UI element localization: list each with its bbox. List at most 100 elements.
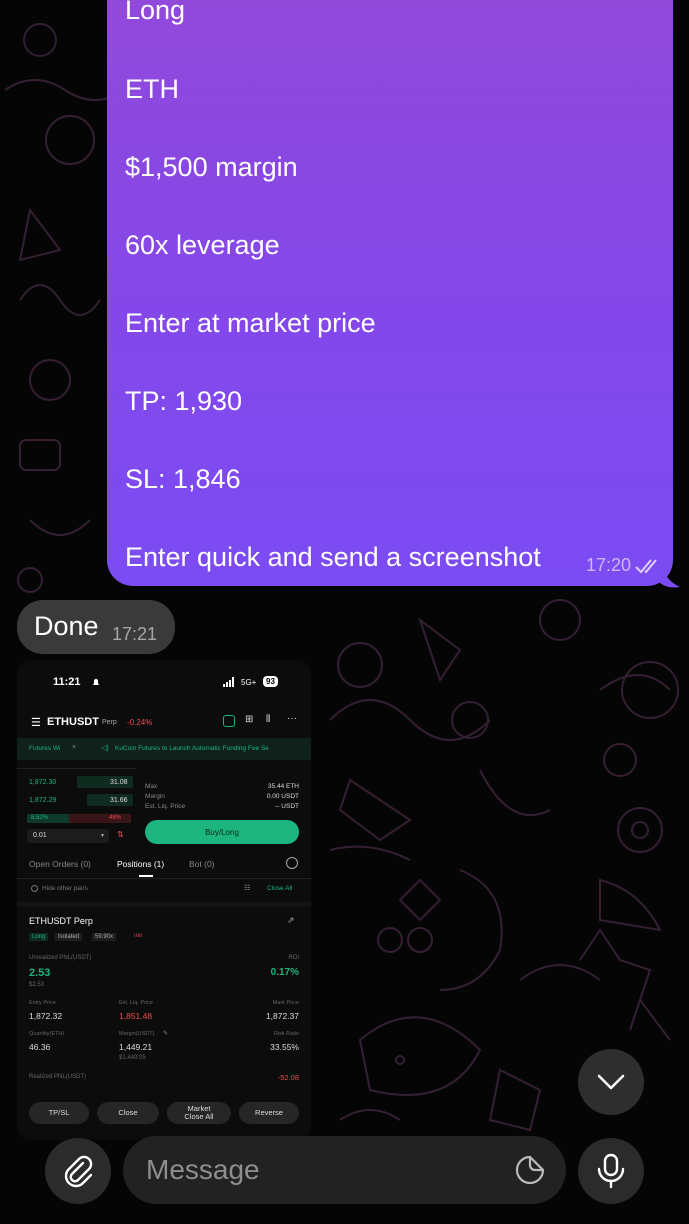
tab-indicator — [139, 875, 153, 877]
tab-open-orders[interactable]: Open Orders (0) — [29, 859, 91, 869]
message-line: Enter quick and send a screenshot — [125, 542, 541, 572]
roi-label: ROI — [288, 955, 299, 961]
message-line: TP: 1,930 — [125, 386, 243, 416]
risk-label: Risk Ratio — [273, 1031, 299, 1037]
price-change: -0.24% — [127, 718, 153, 727]
message-line: ETH — [125, 74, 179, 104]
margin-usd: $1,449.05 — [119, 1055, 146, 1061]
realized-label: Realized PNL(USDT) — [29, 1074, 87, 1080]
screenshot-image-message[interactable]: 11:21 5G+ 93 ☰ ETHUSDT Perp -0.24% ⊞ ⫴ ·… — [17, 660, 311, 1140]
mark-label: Mark Price — [272, 1000, 299, 1006]
liq-price: 1,851.48 — [119, 1011, 153, 1021]
double-check-icon — [635, 558, 657, 573]
banner-tab[interactable]: Futures Wi — [29, 745, 60, 752]
network-label: 5G+ — [241, 678, 257, 687]
message-line: Long — [125, 0, 186, 25]
incoming-message-bubble[interactable]: Done 17:21 — [17, 600, 175, 654]
chevron-down-icon — [597, 1074, 625, 1090]
form-label: Margin — [145, 793, 165, 800]
divider — [17, 902, 311, 907]
step-value: 0.01 — [33, 832, 47, 839]
bid-qty: 31.08 — [110, 779, 128, 786]
scroll-down-button[interactable] — [578, 1049, 644, 1115]
mic-icon — [597, 1153, 625, 1189]
tab-positions[interactable]: Positions (1) — [117, 859, 164, 869]
banner-news[interactable]: KuCoin Futures to Launch Automatic Fundi… — [115, 745, 269, 752]
mark-price: 1,872.37 — [265, 1011, 299, 1021]
close-all-link[interactable]: Close All — [267, 885, 292, 892]
form-value: 0.00 USDT — [266, 793, 299, 800]
buy-ratio: 8.52% — [31, 815, 49, 821]
edit-icon[interactable]: ✎ — [163, 1030, 168, 1037]
message-meta: 17:20 — [586, 555, 661, 576]
form-label: Est. Liq. Price — [145, 803, 186, 810]
candles-icon[interactable]: ⫴ — [266, 714, 270, 725]
form-value: 35.44 ETH — [267, 783, 299, 790]
chart-icon[interactable] — [223, 715, 235, 727]
message-line: SL: 1,846 — [125, 464, 241, 494]
risk-ratio: 33.55% — [270, 1042, 299, 1052]
liq-label: Est. Liq. Price — [119, 1000, 153, 1006]
attach-icon — [64, 1155, 93, 1188]
message-input[interactable] — [144, 1153, 498, 1187]
attach-button[interactable] — [45, 1138, 111, 1204]
reverse-button[interactable]: Reverse — [239, 1102, 299, 1124]
roi-value: 0.17% — [270, 967, 299, 978]
message-line: 60x leverage — [125, 230, 280, 260]
chevron-down-icon: ▾ — [101, 833, 105, 839]
sticker-icon[interactable] — [514, 1154, 546, 1186]
quantity: 46.36 — [29, 1042, 51, 1052]
bell-icon — [93, 679, 99, 685]
book-layout-icon[interactable]: ⇅ — [117, 830, 124, 839]
mic-button[interactable] — [578, 1138, 644, 1204]
bid-price[interactable]: 1,872.29 — [29, 797, 56, 804]
battery-badge: 93 — [263, 676, 278, 687]
hide-pairs-label: Hide other pairs — [42, 885, 88, 892]
risk-bars-icon: ııııı — [134, 933, 143, 939]
tag-isolated: Isolated — [55, 933, 83, 941]
sort-icon[interactable]: ☷ — [244, 884, 250, 892]
close-position-button[interactable]: Close — [97, 1102, 159, 1124]
message-text: Done — [34, 611, 99, 641]
menu-icon[interactable]: ☰ — [31, 716, 41, 729]
divider — [17, 878, 311, 879]
buy-long-button[interactable]: Buy/Long — [145, 820, 299, 844]
tag-leverage[interactable]: 59.90x — [92, 933, 117, 941]
tab-bot[interactable]: Bot (0) — [189, 859, 215, 869]
tpsl-button[interactable]: TP/SL — [29, 1102, 89, 1124]
more-icon[interactable]: ··· — [287, 713, 297, 724]
bid-price[interactable]: 1,872.30 — [29, 779, 56, 786]
hide-pairs-checkbox[interactable] — [31, 885, 38, 892]
bid-qty: 31.66 — [110, 797, 128, 804]
message-line: Enter at market price — [125, 308, 376, 338]
entry-price: 1,872.32 — [29, 1011, 63, 1021]
pair-title[interactable]: ETHUSDT — [47, 716, 99, 728]
share-icon[interactable]: ⇗ — [287, 915, 295, 926]
unrealized-pnl: 2.53 — [29, 967, 51, 979]
sell-ratio-bar — [69, 814, 131, 823]
margin-value: 1,449.21 — [119, 1042, 153, 1052]
entry-label: Entry Price — [29, 1000, 56, 1006]
unrealized-usd: $2.53 — [29, 982, 45, 988]
pair-type: Perp — [102, 719, 117, 726]
qty-label: Quantity(ETH) — [29, 1031, 65, 1037]
signal-icon — [223, 677, 234, 687]
margin-label: Margin(USDT) — [119, 1031, 155, 1037]
outgoing-message-bubble[interactable]: Long ETH $1,500 margin 60x leverage Ente… — [107, 0, 673, 586]
sell-ratio: 48% — [109, 815, 122, 821]
tag-long: Long — [29, 933, 49, 941]
message-line: $1,500 margin — [125, 152, 298, 182]
status-time: 11:21 — [53, 676, 81, 688]
banner-close[interactable]: × — [72, 744, 76, 751]
unrealized-label: Unrealized PNL(USDT) — [29, 955, 92, 961]
message-time: 17:20 — [585, 555, 631, 575]
position-name[interactable]: ETHUSDT Perp — [29, 916, 93, 926]
message-composer[interactable] — [123, 1136, 566, 1204]
gift-icon[interactable]: ⊞ — [245, 714, 253, 725]
bubble-tail — [660, 560, 680, 588]
form-value: -- USDT — [275, 803, 299, 810]
market-close-all-button[interactable]: Market Close All — [167, 1102, 231, 1124]
speaker-icon: ◁) — [101, 745, 109, 752]
form-label: Max — [145, 783, 158, 790]
history-icon[interactable] — [286, 857, 298, 869]
